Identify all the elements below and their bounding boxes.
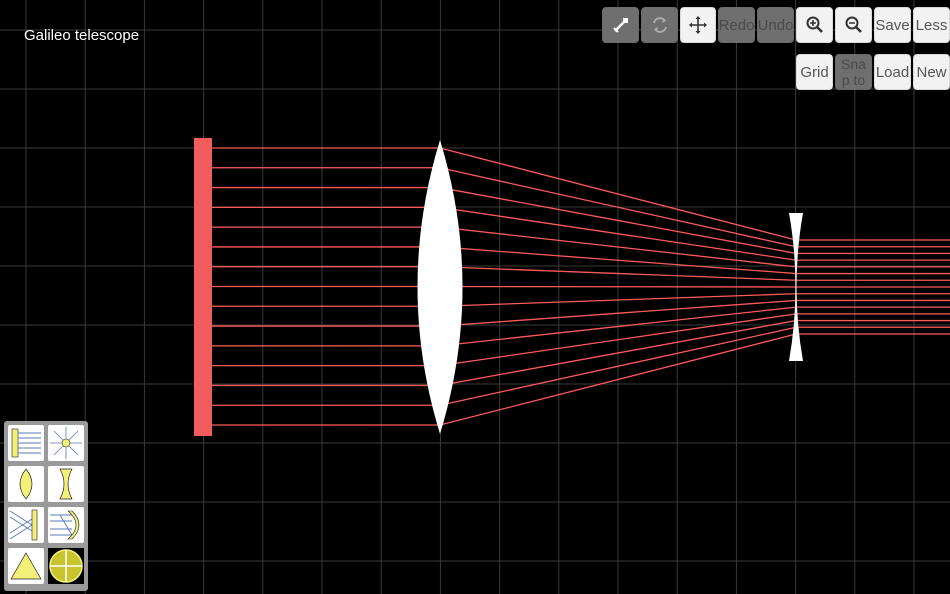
- zoom-out-button[interactable]: [835, 7, 872, 43]
- tool-palette: [4, 421, 88, 591]
- convex-lens-tool[interactable]: [8, 466, 44, 502]
- parallel-beam-tool[interactable]: [8, 425, 44, 461]
- point-source-icon: [50, 427, 82, 459]
- move-button[interactable]: [680, 7, 716, 43]
- light-ray: [212, 313, 950, 367]
- concave-lens-tool[interactable]: [48, 466, 84, 502]
- concave-lens-icon: [59, 468, 73, 500]
- wand-icon: [612, 18, 628, 33]
- prism-icon: [10, 552, 42, 580]
- mirror-tool[interactable]: [8, 507, 44, 543]
- convex-lens-icon: [19, 468, 33, 500]
- save-button[interactable]: Save: [874, 7, 911, 43]
- mirror-icon: [9, 509, 38, 541]
- snap-to-button[interactable]: Snap to: [835, 54, 872, 90]
- parallel-beam-icon: [11, 428, 41, 458]
- light-ray: [212, 186, 950, 255]
- circular-glass-tool[interactable]: [48, 548, 84, 584]
- zoom-in-button[interactable]: [796, 7, 833, 43]
- less-button[interactable]: Less: [913, 7, 950, 43]
- curved-mirror-icon: [50, 510, 80, 540]
- light-ray: [212, 285, 950, 288]
- wand-button[interactable]: [602, 7, 639, 43]
- prism-tool[interactable]: [8, 548, 44, 584]
- point-source-tool[interactable]: [48, 425, 84, 461]
- new-button[interactable]: New: [913, 54, 950, 90]
- redo-button[interactable]: Redo: [718, 7, 755, 43]
- light-ray: [212, 333, 950, 426]
- circular-glass-icon: [48, 548, 84, 584]
- light-ray: [212, 147, 950, 241]
- zoom-in-icon: [806, 16, 823, 33]
- move-icon: [689, 16, 707, 34]
- refresh-icon: [652, 17, 667, 33]
- grid-button[interactable]: Grid: [796, 54, 833, 90]
- light-ray: [212, 206, 950, 261]
- light-source-bar[interactable]: [194, 138, 212, 436]
- undo-button[interactable]: Undo: [757, 7, 794, 43]
- zoom-out-icon: [845, 16, 862, 33]
- scene-title: Galileo telescope: [24, 27, 140, 44]
- load-button[interactable]: Load: [874, 54, 911, 90]
- light-rays: [212, 147, 950, 426]
- curved-mirror-tool[interactable]: [48, 507, 84, 543]
- convex-lens[interactable]: [417, 140, 463, 434]
- refresh-button[interactable]: [641, 7, 678, 43]
